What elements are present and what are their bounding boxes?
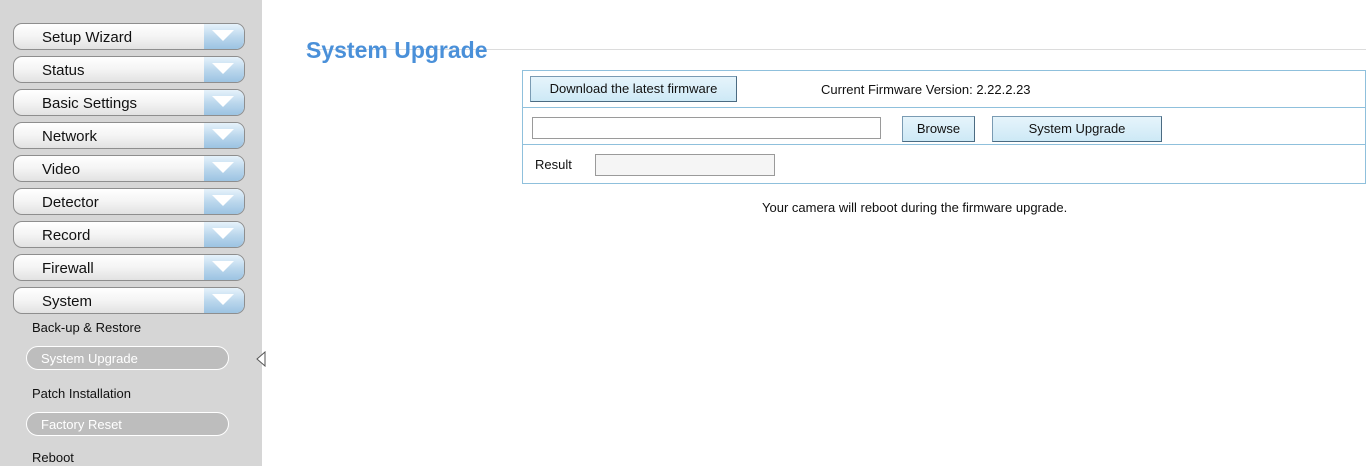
submenu-label: Factory Reset <box>41 417 122 432</box>
file-path-input[interactable] <box>532 117 881 139</box>
menu-setup-wizard[interactable]: Setup Wizard <box>13 23 245 50</box>
page-title: System Upgrade <box>306 37 488 63</box>
submenu-patch-installation[interactable]: Patch Installation <box>32 386 131 401</box>
chevron-down-icon <box>204 255 244 280</box>
system-upgrade-button[interactable]: System Upgrade <box>992 116 1162 142</box>
menu-label: Setup Wizard <box>42 29 133 46</box>
menu-label: System <box>42 293 93 310</box>
menu-label: Firewall <box>42 260 94 277</box>
menu-label: Video <box>42 161 81 178</box>
chevron-down-icon <box>204 288 244 313</box>
menu-system[interactable]: System <box>13 287 245 314</box>
result-label: Result <box>535 157 572 172</box>
result-field <box>595 154 775 176</box>
sidebar: Setup Wizard Status Basic Settings Netwo… <box>0 0 266 466</box>
chevron-down-icon <box>204 57 244 82</box>
submenu-backup-restore[interactable]: Back-up & Restore <box>32 320 141 335</box>
chevron-down-icon <box>204 24 244 49</box>
chevron-down-icon <box>204 90 244 115</box>
firmware-row: Download the latest firmware Current Fir… <box>523 71 1365 108</box>
menu-firewall[interactable]: Firewall <box>13 254 245 281</box>
reboot-note: Your camera will reboot during the firmw… <box>762 200 1068 215</box>
chevron-down-icon <box>204 189 244 214</box>
menu-label: Record <box>42 227 91 244</box>
menu-label: Status <box>42 62 85 79</box>
menu-network[interactable]: Network <box>13 122 245 149</box>
submenu-label: System Upgrade <box>41 351 138 366</box>
firmware-version-text: Current Firmware Version: 2.22.2.23 <box>821 82 1031 97</box>
chevron-down-icon <box>204 222 244 247</box>
result-row: Result <box>523 145 1365 183</box>
menu-basic-settings[interactable]: Basic Settings <box>13 89 245 116</box>
menu-record[interactable]: Record <box>13 221 245 248</box>
submenu-reboot[interactable]: Reboot <box>32 450 74 465</box>
submenu-factory-reset[interactable]: Factory Reset <box>26 412 229 436</box>
submenu-system-upgrade[interactable]: System Upgrade <box>26 346 229 370</box>
upgrade-row: Browse System Upgrade <box>523 108 1365 145</box>
download-firmware-button[interactable]: Download the latest firmware <box>530 76 737 102</box>
menu-video[interactable]: Video <box>13 155 245 182</box>
menu-label: Basic Settings <box>42 95 138 112</box>
browse-button[interactable]: Browse <box>902 116 975 142</box>
chevron-down-icon <box>204 156 244 181</box>
menu-status[interactable]: Status <box>13 56 245 83</box>
chevron-down-icon <box>204 123 244 148</box>
menu-label: Detector <box>42 194 99 211</box>
upgrade-panel: Download the latest firmware Current Fir… <box>522 70 1366 184</box>
menu-label: Network <box>42 128 98 145</box>
selected-pointer-icon <box>256 350 266 372</box>
menu-detector[interactable]: Detector <box>13 188 245 215</box>
